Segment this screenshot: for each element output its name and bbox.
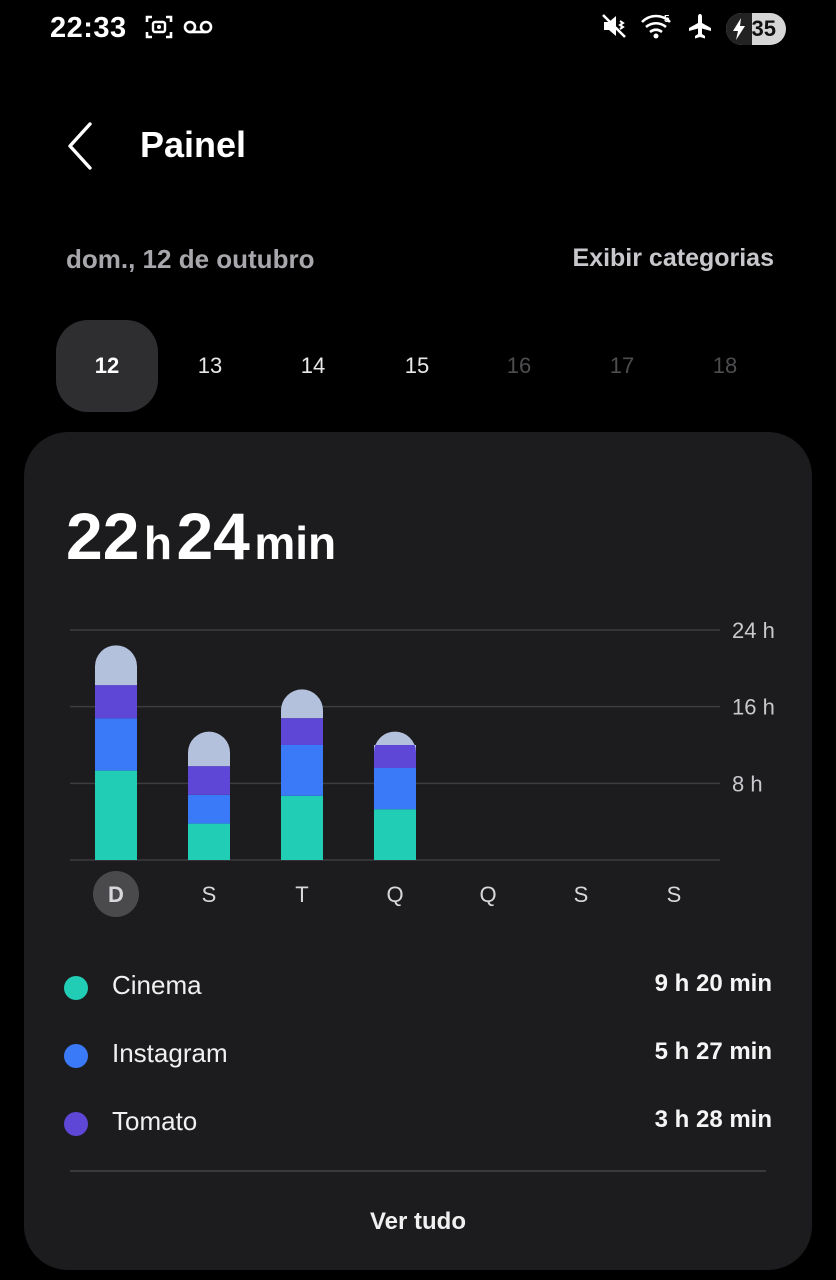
back-button[interactable] [60, 118, 104, 174]
legend-name: Cinema [112, 970, 202, 1000]
x-tick-label: D [108, 882, 124, 907]
bar-segment [281, 795, 323, 860]
x-tick-label: S [667, 882, 682, 907]
chevron-left-icon [60, 122, 104, 178]
day-selector: 12 13 14 15 16 17 18 [56, 320, 780, 412]
weekly-usage-chart: 24 h 16 h 8 h D S T Q Q S S [70, 618, 775, 917]
legend: Cinema 9 h 20 min Instagram 5 h 27 min T… [64, 952, 774, 1156]
svg-text:5: 5 [664, 14, 670, 25]
bar-segment [95, 685, 137, 719]
page-title: Painel [140, 124, 247, 165]
legend-dot-cinema [64, 976, 88, 1000]
battery-charging-icon [726, 12, 752, 45]
day-chip-12[interactable]: 12 [56, 320, 158, 412]
day-chip-16: 16 [506, 353, 532, 378]
bar-segment [374, 809, 416, 860]
divider [70, 1170, 766, 1172]
voicemail-icon [183, 19, 213, 40]
day-chip-17: 17 [609, 353, 635, 378]
legend-item-tomato[interactable]: Tomato 3 h 28 min [64, 1088, 774, 1156]
show-categories-button[interactable]: Exibir categorias [573, 244, 774, 273]
legend-name: Tomato [112, 1106, 198, 1136]
total-minutes: 24 [176, 499, 250, 573]
status-bar: 22:33 5 35 [0, 0, 836, 56]
mute-vibrate-icon [600, 12, 628, 45]
bar-segment [188, 731, 230, 767]
total-usage-time: 22 h 24 min [66, 498, 336, 574]
see-all-button[interactable]: Ver tudo [24, 1208, 812, 1236]
legend-time: 9 h 20 min [654, 970, 772, 997]
bar-segment [188, 766, 230, 795]
airplane-icon [686, 12, 714, 45]
bar-segment [95, 645, 137, 686]
date-label: dom., 12 de outubro [66, 244, 315, 274]
legend-item-instagram[interactable]: Instagram 5 h 27 min [64, 1020, 774, 1088]
total-minutes-unit: min [254, 517, 337, 569]
x-tick-label: Q [386, 882, 403, 907]
screenshot-icon [145, 14, 173, 45]
bar-segment [281, 745, 323, 796]
bar-segment [188, 794, 230, 824]
x-tick-label: S [574, 882, 589, 907]
battery-indicator: 35 [726, 12, 786, 45]
day-chip-18: 18 [712, 353, 738, 378]
bar-segment [188, 823, 230, 860]
status-time: 22:33 [50, 12, 127, 44]
legend-time: 5 h 27 min [654, 1038, 772, 1065]
usage-card: 22 h 24 min 24 h 16 h 8 h D S T Q Q S S Cinema 9 … [24, 432, 812, 1270]
bar-segment [281, 718, 323, 745]
total-hours-unit: h [143, 517, 172, 569]
day-chip-15[interactable]: 15 [366, 320, 468, 412]
x-tick-label: S [202, 882, 217, 907]
wifi-icon: 5 [640, 12, 674, 45]
total-hours: 22 [66, 499, 140, 573]
y-tick-label: 24 h [732, 618, 775, 643]
bar-segment [374, 768, 416, 810]
day-chip-14[interactable]: 14 [262, 320, 364, 412]
bar-segment [281, 689, 323, 719]
legend-name: Instagram [112, 1038, 228, 1068]
legend-item-cinema[interactable]: Cinema 9 h 20 min [64, 952, 774, 1020]
y-tick-label: 8 h [732, 771, 763, 796]
x-tick-label: Q [479, 882, 496, 907]
battery-level: 35 [751, 15, 776, 41]
legend-dot-instagram [64, 1044, 88, 1068]
y-tick-label: 16 h [732, 695, 775, 720]
bar-segment [95, 718, 137, 771]
bar-segment [374, 745, 416, 768]
x-tick-label: T [295, 882, 308, 907]
day-chip-13[interactable]: 13 [159, 320, 261, 412]
app-header: Painel [0, 110, 836, 180]
legend-dot-tomato [64, 1112, 88, 1136]
legend-time: 3 h 28 min [654, 1106, 772, 1133]
bar-segment [95, 770, 137, 860]
